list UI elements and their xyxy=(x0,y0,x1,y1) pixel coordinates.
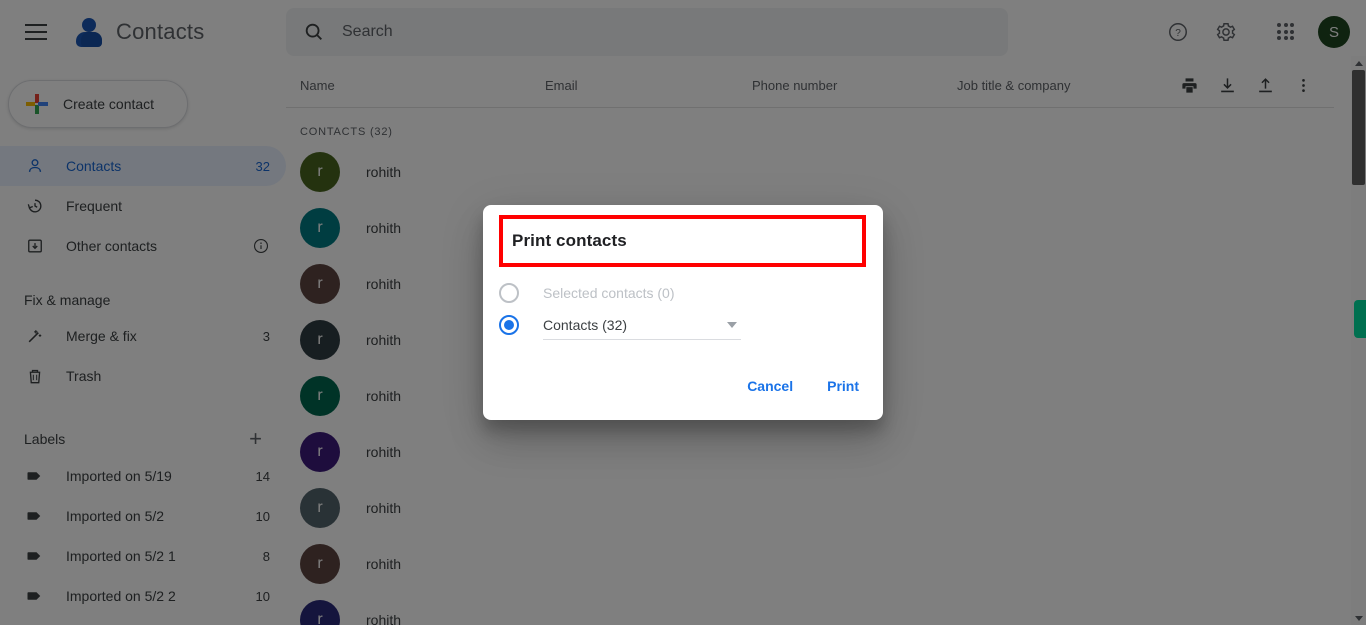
print-button[interactable]: Print xyxy=(815,370,871,402)
contacts-scope-dropdown[interactable]: Contacts (32) xyxy=(543,310,741,340)
dropdown-value: Contacts (32) xyxy=(543,316,628,333)
radio-button[interactable] xyxy=(499,283,519,303)
dialog-title-highlight: Print contacts xyxy=(499,215,866,267)
dialog-title: Print contacts xyxy=(512,231,627,250)
radio-option-selected-contacts[interactable]: Selected contacts (0) xyxy=(499,277,867,309)
radio-label: Selected contacts (0) xyxy=(543,285,675,301)
cancel-button[interactable]: Cancel xyxy=(735,370,805,402)
dialog-body: Selected contacts (0) Contacts (32) xyxy=(499,277,867,341)
print-contacts-dialog: Print contacts Selected contacts (0) Con… xyxy=(483,205,883,420)
radio-button[interactable] xyxy=(499,315,519,335)
radio-option-all-contacts[interactable]: Contacts (32) xyxy=(499,309,867,341)
chevron-down-icon xyxy=(727,321,737,328)
contacts-app: Contacts ? S Create conta xyxy=(0,0,1366,625)
dialog-actions: Cancel Print xyxy=(735,370,871,402)
